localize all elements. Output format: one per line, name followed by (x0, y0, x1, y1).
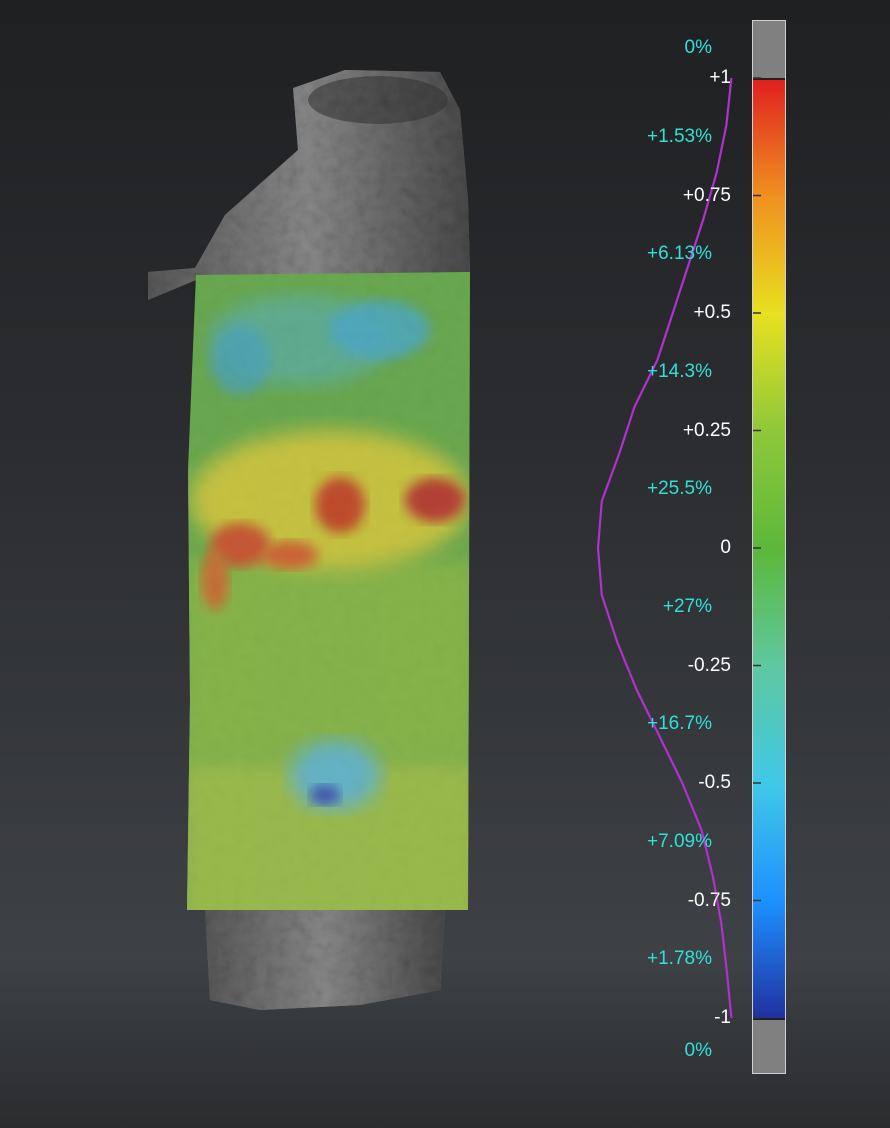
bottom-grey-region (205, 905, 445, 1010)
tick-label: +0.25 (682, 419, 731, 441)
bin-percent-label: +6.13% (647, 243, 712, 265)
viewport[interactable]: +1 +0.75 +0.5 +0.25 0 -0.25 -0.5 -0.75 -1 0% +1.53… (0, 0, 890, 1128)
over-range-swatch (753, 21, 785, 79)
bin-percent-label: +7.09% (647, 830, 712, 852)
tick-label: -0.75 (687, 889, 731, 911)
tick-label: -0.5 (698, 772, 731, 793)
under-range-swatch (753, 1019, 785, 1073)
bin-percent-label: +1.53% (647, 125, 712, 147)
bin-percent-label: +25.5% (647, 478, 712, 500)
bin-percent-label: +14.3% (647, 360, 712, 382)
tick-label: +0.75 (682, 184, 731, 206)
colorbar-top-line (753, 78, 785, 80)
colorbar-bottom-line (753, 1018, 785, 1020)
tick-label: -0.25 (687, 654, 731, 676)
top-grey-region (148, 70, 470, 300)
deviation-map-body (187, 272, 470, 910)
tick-label: +0.5 (693, 302, 731, 323)
bin-percent-label: +1.78% (647, 948, 712, 970)
color-gradient (753, 79, 785, 1019)
tick-label: -1 (714, 1007, 731, 1028)
bin-percent-label: +16.7% (647, 713, 712, 735)
bin-percent-label: 0% (684, 1040, 712, 1061)
tick-label: 0 (720, 537, 731, 558)
tick-label: +1 (709, 67, 731, 88)
bin-percent-label: 0% (684, 37, 712, 58)
bin-percent-label: +27% (662, 595, 712, 617)
color-scale-bar (752, 20, 786, 1074)
